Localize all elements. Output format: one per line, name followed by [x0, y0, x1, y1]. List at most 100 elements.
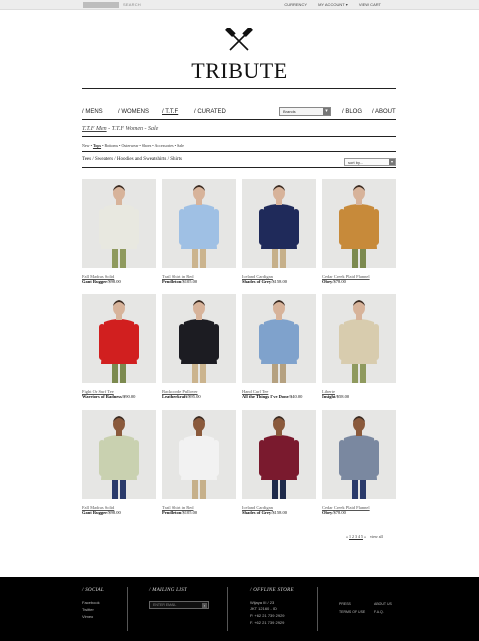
product-brand[interactable]: Pendleton [162, 510, 181, 515]
product-price: /$98.00 [107, 510, 121, 515]
product-image[interactable] [242, 410, 316, 499]
filter-accessories[interactable]: Accessories [154, 143, 173, 148]
product-card[interactable]: Cedar Creek Plaid Flannel Obey/$78.00 [322, 179, 396, 284]
footer-about-link[interactable]: ABOUT US [374, 602, 392, 606]
product-image[interactable] [162, 294, 236, 383]
product-card[interactable]: Cedar Creek Plaid Flannel Obey/$78.00 [322, 410, 396, 515]
product-brand-price: Gant Rugger/$98.00 [82, 279, 156, 284]
nav-ttf[interactable]: / T.T.F [162, 109, 178, 115]
brands-select[interactable]: Brands ▾ [279, 107, 331, 116]
filter-outerwear[interactable]: Outerwear [121, 143, 138, 148]
product-card[interactable]: Trail Shirt in Red Pendleton/$105.00 [162, 410, 236, 515]
product-image[interactable] [162, 179, 236, 268]
filter-new[interactable]: New [82, 143, 90, 148]
store-fax: F. +62 21 739 2929 [250, 620, 285, 625]
product-price: /$95.00 [187, 394, 201, 399]
model-figure [179, 416, 219, 499]
model-figure [179, 185, 219, 268]
my-account-link[interactable]: MY ACCOUNT ▾ [318, 2, 348, 7]
product-card[interactable]: Iceland Cardigan Shades of Grey/$158.00 [242, 179, 316, 284]
brands-select-label: Brands [283, 109, 296, 114]
product-card[interactable]: Fight Or Surf Tee Warriors of Radness/$90… [82, 294, 156, 399]
filter-sale[interactable]: Sale [177, 143, 184, 148]
filter-bottoms[interactable]: Bottoms [104, 143, 118, 148]
breadcrumb: T.T.F Men - T.T.F Women - Sale [82, 126, 158, 132]
logo-hammers-icon[interactable] [224, 28, 254, 52]
nav-divider [82, 119, 396, 120]
product-card[interactable]: Fall Madras Solid Gant Rugger/$98.00 [82, 410, 156, 515]
product-image[interactable] [82, 410, 156, 499]
footer-divider [317, 587, 318, 631]
product-image[interactable] [322, 294, 396, 383]
product-brand[interactable]: Shades of Grey [242, 510, 271, 515]
pagination-next[interactable]: » [363, 534, 366, 539]
product-brand[interactable]: All the Things I've Done [242, 394, 289, 399]
product-brand[interactable]: Insight [322, 394, 336, 399]
product-brand[interactable]: Leatherkraft [162, 394, 187, 399]
view-all-link[interactable]: view all [370, 534, 383, 539]
product-card[interactable]: Liberte Insight/$58.00 [322, 294, 396, 399]
product-price: /$78.00 [332, 279, 346, 284]
footer-social-title: / SOCIAL [82, 588, 104, 593]
product-brand[interactable]: Obey [322, 510, 332, 515]
product-brand[interactable]: Pendleton [162, 279, 181, 284]
product-card[interactable]: Hand Curl Tee All the Things I've Done/$4… [242, 294, 316, 399]
currency-link[interactable]: CURRENCY [284, 2, 307, 7]
product-brand[interactable]: Gant Rugger [82, 279, 107, 284]
footer-press-link[interactable]: PRESS [339, 602, 351, 606]
footer-divider [127, 587, 128, 631]
sort-select[interactable]: sort by... ▾ [344, 158, 396, 166]
product-image[interactable] [322, 410, 396, 499]
product-card[interactable]: Trail Shirt in Red Pendleton/$105.00 [162, 179, 236, 284]
breadcrumb-ttf-men[interactable]: T.T.F Men [82, 126, 107, 132]
product-image[interactable] [242, 179, 316, 268]
product-brand[interactable]: Shades of Grey [242, 279, 271, 284]
footer-faq-link[interactable]: F.A.Q. [374, 610, 384, 614]
filter-shoes[interactable]: Shoes [142, 143, 152, 148]
footer-twitter-link[interactable]: Twitter [82, 607, 94, 612]
product-price: /$90.00 [121, 394, 136, 399]
product-image[interactable] [242, 294, 316, 383]
nav-womens[interactable]: / WOMENS [118, 109, 149, 115]
mailing-email-input[interactable]: ENTER EMAIL › [149, 601, 209, 609]
product-image[interactable] [322, 179, 396, 268]
product-image[interactable] [82, 294, 156, 383]
search-label[interactable]: SEARCH [123, 2, 141, 7]
product-image[interactable] [162, 410, 236, 499]
product-brand-price: Obey/$78.00 [322, 510, 396, 515]
product-brand-price: Shades of Grey/$158.00 [242, 279, 316, 284]
category-links[interactable]: Tees / Sweaters / Hoodies and Sweatshirt… [82, 157, 182, 162]
footer-terms-link[interactable]: TERMS OF USE [339, 610, 365, 614]
nav-curated[interactable]: / CURATED [194, 109, 226, 115]
filter-tops[interactable]: Tops [93, 143, 101, 148]
product-image[interactable] [82, 179, 156, 268]
breadcrumb-divider [82, 136, 396, 137]
footer-vimeo-link[interactable]: Vimeo [82, 614, 93, 619]
product-brand-price: All the Things I've Done/$40.00 [242, 394, 316, 399]
pagination: « 1 2 3 4 5 » view all [346, 534, 383, 539]
product-brand[interactable]: Gant Rugger [82, 510, 107, 515]
product-card[interactable]: Backcorde Pullover Leatherkraft/$95.00 [162, 294, 236, 399]
product-price: /$40.00 [288, 394, 303, 399]
footer-facebook-link[interactable]: Facebook [82, 600, 100, 605]
product-brand[interactable]: Obey [322, 279, 332, 284]
product-brand-price: Pendleton/$105.00 [162, 510, 236, 515]
nav-about[interactable]: / ABOUT [372, 109, 396, 115]
search-input[interactable] [83, 2, 119, 8]
logo-wordmark[interactable]: TRIBUTE [0, 58, 479, 84]
footer-divider [227, 587, 228, 631]
model-figure [179, 300, 219, 383]
pagination-pages[interactable]: 1 2 3 4 5 [349, 534, 363, 539]
product-card[interactable]: Fall Madras Solid Gant Rugger/$98.00 [82, 179, 156, 284]
view-cart-link[interactable]: VIEW CART [359, 2, 381, 7]
breadcrumb-rest[interactable]: - T.T.F Women - Sale [107, 126, 158, 132]
product-brand[interactable]: Warriors of Radness [82, 394, 122, 399]
nav-mens[interactable]: / MENS [82, 109, 103, 115]
mailing-email-placeholder: ENTER EMAIL [153, 603, 177, 607]
product-brand-price: Pendleton/$105.00 [162, 279, 236, 284]
arrow-right-icon[interactable]: › [202, 603, 207, 608]
nav-blog[interactable]: / BLOG [342, 109, 362, 115]
product-card[interactable]: Iceland Cardigan Shades of Grey/$158.00 [242, 410, 316, 515]
product-brand-price: Obey/$78.00 [322, 279, 396, 284]
model-figure [259, 300, 299, 383]
